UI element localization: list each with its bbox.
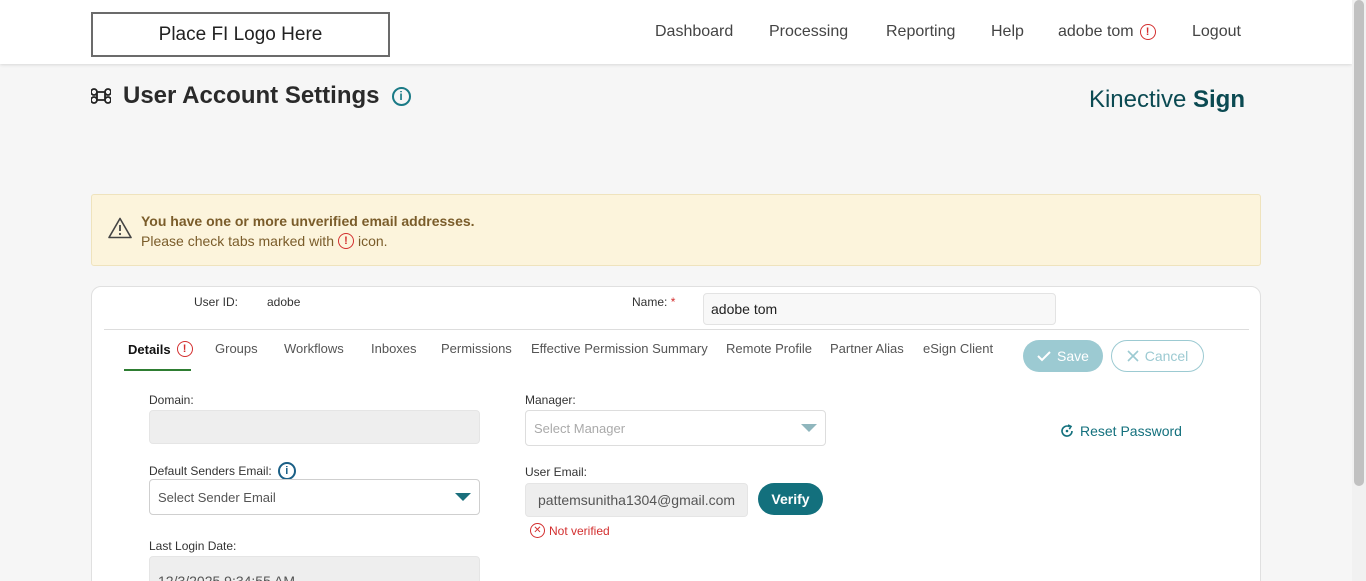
cancel-button-label: Cancel xyxy=(1144,348,1189,364)
manager-placeholder: Select Manager xyxy=(534,420,626,436)
logo-placeholder[interactable]: Place FI Logo Here xyxy=(91,12,390,57)
unverified-email-banner: You have one or more unverified email ad… xyxy=(91,194,1261,266)
tab-permissions[interactable]: Permissions xyxy=(441,341,512,356)
nav-help[interactable]: Help xyxy=(991,0,1024,64)
save-button-label: Save xyxy=(1057,348,1089,364)
page-title: User Account Settings xyxy=(123,82,380,109)
not-verified-text: Not verified xyxy=(549,523,610,538)
nav-reporting-label: Reporting xyxy=(886,23,956,40)
reset-password-link[interactable]: Reset Password xyxy=(1060,423,1182,439)
refresh-icon xyxy=(1061,424,1073,437)
command-key-icon xyxy=(91,88,111,104)
tab-effective-permission-summary[interactable]: Effective Permission Summary xyxy=(531,341,708,356)
active-tab-indicator xyxy=(124,369,191,371)
nav-processing[interactable]: Processing xyxy=(769,0,848,64)
tab-inboxes[interactable]: Inboxes xyxy=(371,341,417,356)
brand-wordmark: Kinective Sign xyxy=(1088,86,1245,113)
default-sender-label: Default Senders Email: i xyxy=(149,462,296,480)
nav-user-label: adobe tom xyxy=(1058,23,1134,40)
page-title-row: User Account Settings i xyxy=(91,82,411,110)
nav-dashboard[interactable]: Dashboard xyxy=(655,0,733,64)
tab-partner-alias[interactable]: Partner Alias xyxy=(830,341,904,356)
info-icon[interactable]: i xyxy=(391,86,411,106)
nav-dashboard-label: Dashboard xyxy=(655,23,734,40)
user-id-label: User ID: xyxy=(194,295,239,309)
tab-esign-client[interactable]: eSign Client xyxy=(923,341,993,356)
alert-icon: ! xyxy=(337,233,354,249)
alert-icon: ! xyxy=(176,341,193,357)
alert-icon: ! xyxy=(1139,24,1156,40)
name-input-value: adobe tom xyxy=(711,301,778,317)
scrollbar-thumb[interactable] xyxy=(1354,0,1364,486)
banner-message-pre: Please check tabs marked with xyxy=(141,233,334,249)
chevron-down-icon xyxy=(801,424,817,432)
tab-details[interactable]: Details ! xyxy=(128,341,193,357)
last-login-label: Last Login Date: xyxy=(149,539,237,553)
nav-processing-label: Processing xyxy=(769,23,849,40)
nav-logout[interactable]: Logout xyxy=(1192,0,1241,64)
user-settings-card: User ID: adobe Name: * adobe tom Details… xyxy=(91,286,1261,581)
tab-remote-profile[interactable]: Remote Profile xyxy=(726,341,812,356)
banner-message-post: icon. xyxy=(357,233,388,249)
info-icon[interactable]: i xyxy=(277,462,296,480)
nav-help-label: Help xyxy=(991,23,1024,40)
user-email-value: pattemsunitha1304@gmail.com xyxy=(538,492,736,508)
tab-workflows[interactable]: Workflows xyxy=(284,341,344,356)
chevron-down-icon xyxy=(455,493,471,501)
cancel-button[interactable]: Cancel xyxy=(1111,340,1204,372)
name-input[interactable]: adobe tom xyxy=(703,293,1056,325)
tab-groups[interactable]: Groups xyxy=(215,341,258,356)
default-sender-select[interactable]: Select Sender Email xyxy=(149,479,480,515)
last-login-value: 12/3/2025 9:34:55 AM xyxy=(158,573,295,581)
user-email-label: User Email: xyxy=(525,465,588,479)
user-id-value: adobe xyxy=(267,295,301,309)
last-login-field: 12/3/2025 9:34:55 AM xyxy=(149,556,480,581)
nav-user-menu[interactable]: adobe tom ! xyxy=(1058,0,1156,64)
close-icon xyxy=(1127,350,1139,362)
nav-logout-label: Logout xyxy=(1192,23,1241,40)
domain-field xyxy=(149,410,480,444)
logo-text: Place FI Logo Here xyxy=(158,23,323,45)
verify-button-label: Verify xyxy=(771,491,810,507)
verify-button[interactable]: Verify xyxy=(758,483,823,515)
check-icon xyxy=(1037,351,1051,362)
manager-select[interactable]: Select Manager xyxy=(525,410,826,446)
name-label: Name: * xyxy=(632,295,676,309)
divider xyxy=(104,329,1249,330)
banner-heading: You have one or more unverified email ad… xyxy=(141,213,475,229)
domain-label: Domain: xyxy=(149,393,194,407)
reset-password-label: Reset Password xyxy=(1080,423,1182,439)
nav-reporting[interactable]: Reporting xyxy=(886,0,955,64)
manager-label: Manager: xyxy=(525,393,576,407)
default-sender-placeholder: Select Sender Email xyxy=(158,489,276,505)
top-navbar: Place FI Logo Here Dashboard Processing … xyxy=(0,0,1352,64)
save-button[interactable]: Save xyxy=(1023,340,1103,372)
warning-icon xyxy=(108,217,132,239)
banner-message: Please check tabs marked with ! icon. xyxy=(141,233,388,249)
user-email-field: pattemsunitha1304@gmail.com xyxy=(525,483,748,517)
tab-details-label: Details xyxy=(128,341,171,357)
error-x-icon: ✕ xyxy=(530,523,545,538)
page-scrollbar[interactable] xyxy=(1352,0,1366,581)
not-verified-status: ✕ Not verified xyxy=(530,523,610,538)
